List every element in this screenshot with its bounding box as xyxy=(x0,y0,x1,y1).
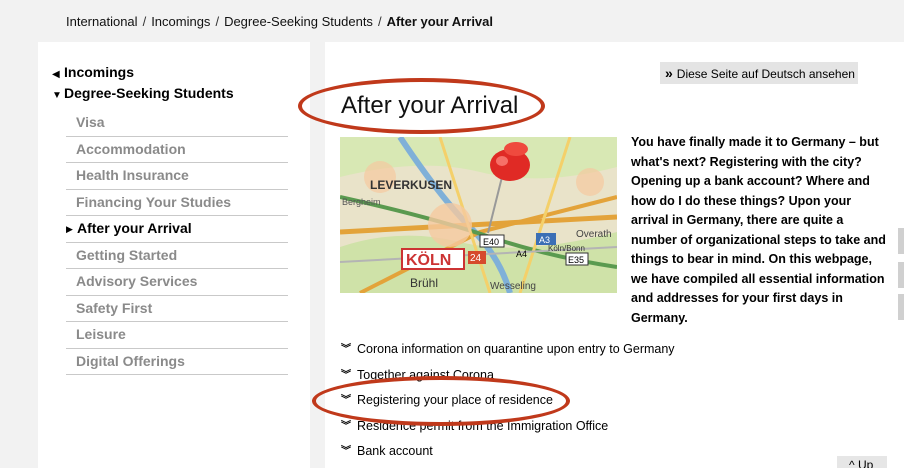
accordion-label: Bank account xyxy=(357,444,433,458)
sidebar-nav: ◀ Incomings ▼ Degree-Seeking Students Visa… xyxy=(38,42,310,468)
double-chevron-down-icon: ︾ xyxy=(341,446,351,457)
accordion-label: Corona information on quarantine upon en… xyxy=(357,342,675,356)
main-content: » Diese Seite auf Deutsch ansehen After y… xyxy=(298,42,904,468)
caret-left-icon: ◀ xyxy=(52,69,60,80)
map-label-bergheim: Bergheim xyxy=(342,197,381,207)
sidebar-item-financing[interactable]: Financing Your Studies xyxy=(66,190,288,216)
map-label-24: 24 xyxy=(470,253,482,264)
breadcrumb-separator: / xyxy=(142,14,147,29)
sidebar-item-after-arrival[interactable]: ▶ After your Arrival xyxy=(66,216,288,243)
sidebar-section-label: Degree-Seeking Students xyxy=(64,85,234,101)
sidebar-item-visa[interactable]: Visa xyxy=(66,110,288,137)
breadcrumb-separator: / xyxy=(377,14,382,29)
sidebar-section-degree-seeking[interactable]: ▼ Degree-Seeking Students xyxy=(52,85,234,101)
caret-right-icon: ▶ xyxy=(66,224,73,234)
page-title: After your Arrival xyxy=(341,92,519,119)
map-label-koelnbonn: Köln/Bonn xyxy=(548,244,585,253)
double-chevron-down-icon: ︾ xyxy=(341,344,351,355)
accordion-label: Together against Corona xyxy=(357,367,494,382)
sidebar-item-accommodation[interactable]: Accommodation xyxy=(66,137,288,163)
sidebar-item-digital[interactable]: Digital Offerings xyxy=(66,349,288,375)
map-label-wesseling: Wesseling xyxy=(490,281,536,292)
map-label-leverkusen: LEVERKUSEN xyxy=(370,178,452,192)
map-label-e35: E35 xyxy=(568,255,584,265)
map-label-a4: A4 xyxy=(516,249,527,259)
sidebar-back-incomings[interactable]: ◀ Incomings xyxy=(52,64,134,80)
breadcrumb: International / Incomings / Degree-Seeking S… xyxy=(66,14,493,29)
map-label-a3: A3 xyxy=(539,235,550,245)
side-tab[interactable] xyxy=(898,294,904,320)
sidebar-item-getting-started[interactable]: Getting Started xyxy=(66,243,288,269)
intro-text: You have finally made it to Germany – bu… xyxy=(631,135,886,325)
sidebar-sub-list: Visa Accommodation Health Insurance Fina… xyxy=(66,110,288,375)
side-tab[interactable] xyxy=(898,262,904,288)
accordion-label: Registering your place of residence xyxy=(357,393,553,407)
map-label-overath: Overath xyxy=(576,229,612,240)
scroll-up-button[interactable]: ^ Up xyxy=(837,456,887,468)
accordion-corona-quarantine[interactable]: ︾ Corona information on quarantine upon e… xyxy=(341,340,881,366)
double-chevron-down-icon: ︾ xyxy=(341,369,351,381)
german-version-button[interactable]: » Diese Seite auf Deutsch ansehen xyxy=(660,62,858,84)
sidebar-item-leisure[interactable]: Leisure xyxy=(66,322,288,349)
breadcrumb-separator: / xyxy=(215,14,220,29)
sidebar-item-advisory[interactable]: Advisory Services xyxy=(66,269,288,296)
scroll-up-label: Up xyxy=(857,458,874,468)
sidebar-item-health-insurance[interactable]: Health Insurance xyxy=(66,163,288,190)
sidebar-back-label: Incomings xyxy=(64,64,135,80)
side-tab[interactable] xyxy=(898,228,904,254)
accordion-list: ︾ Corona information on quarantine upon e… xyxy=(341,340,881,468)
breadcrumb-degree-seeking[interactable]: Degree-Seeking Students xyxy=(224,14,373,29)
breadcrumb-international[interactable]: International xyxy=(66,14,138,29)
caret-down-icon: ▼ xyxy=(52,90,62,101)
map-label-koeln: KÖLN xyxy=(406,250,451,269)
double-chevron-down-icon: ︾ xyxy=(341,395,351,406)
accordion-registering-residence[interactable]: ︾ Registering your place of residence xyxy=(341,391,881,417)
accordion-residence-permit[interactable]: ︾ Residence permit from the Immigration O… xyxy=(341,417,881,443)
double-chevron-right-icon: » xyxy=(665,65,673,81)
hero-map-image: LEVERKUSEN Bergheim Brühl Wesseling Over… xyxy=(340,137,617,293)
accordion-bank-account[interactable]: ︾ Bank account xyxy=(341,442,881,468)
accordion-label: Residence permit from the Immigration Of… xyxy=(357,418,609,433)
breadcrumb-current: After your Arrival xyxy=(386,14,493,29)
caret-up-icon: ^ xyxy=(849,458,855,468)
breadcrumb-incomings[interactable]: Incomings xyxy=(151,14,210,29)
accordion-together-against-corona[interactable]: ︾ Together against Corona xyxy=(341,366,881,392)
double-chevron-down-icon: ︾ xyxy=(341,420,351,432)
sidebar-item-label: After your Arrival xyxy=(77,220,192,236)
sidebar-item-safety-first[interactable]: Safety First xyxy=(66,296,288,322)
german-version-label: Diese Seite auf Deutsch ansehen xyxy=(676,67,855,81)
map-illustration: LEVERKUSEN Bergheim Brühl Wesseling Over… xyxy=(340,137,617,293)
map-label-bruehl: Brühl xyxy=(410,276,438,290)
map-label-e40: E40 xyxy=(483,237,499,247)
